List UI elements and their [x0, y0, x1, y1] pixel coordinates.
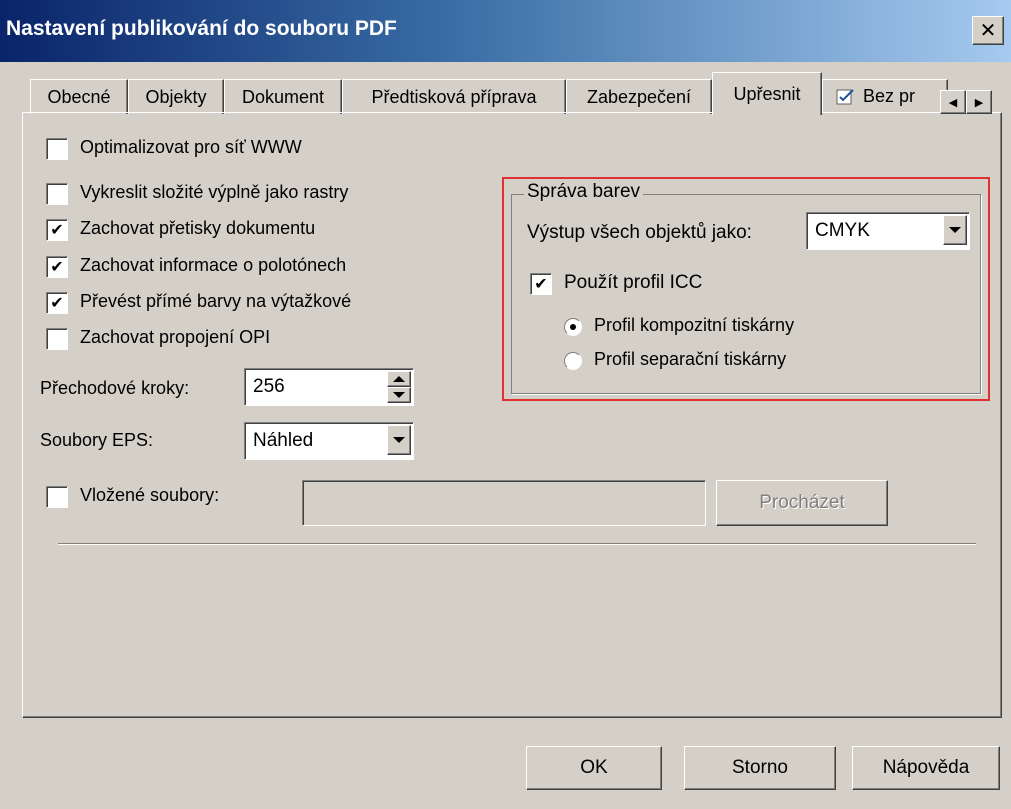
eps-files-select[interactable]: Náhled [244, 422, 414, 460]
eps-files-value: Náhled [253, 430, 314, 451]
separation-printer-label: Profil separační tiskárny [594, 349, 787, 369]
help-label: Nápověda [882, 757, 970, 778]
convert-spot-label: Převést přímé barvy na výtažkové [80, 291, 352, 311]
output-color-value: CMYK [815, 220, 870, 241]
use-icc-label: Použít profil ICC [564, 272, 703, 293]
arrow-down-icon [393, 392, 405, 398]
arrow-up-icon [393, 376, 405, 382]
cancel-button[interactable]: Storno [684, 746, 836, 790]
keep-halftone-label: Zachovat informace o polotónech [80, 255, 347, 275]
arrow-right-icon: ▶ [974, 96, 984, 109]
embedded-files-input[interactable] [302, 480, 706, 526]
keep-overprints-label: Zachovat přetisky dokumentu [80, 218, 316, 238]
stepper-down-button[interactable] [387, 387, 411, 403]
check-mark-icon: ✔ [534, 276, 548, 293]
optimize-web-label: Optimalizovat pro síť WWW [80, 137, 302, 157]
gradient-steps-stepper[interactable]: 256 [244, 368, 414, 406]
convert-spot-checkbox[interactable]: ✔ [46, 292, 68, 314]
keep-opi-checkbox[interactable] [46, 328, 68, 350]
tab-upresnit[interactable]: Upřesnit [712, 72, 822, 115]
tab-objekty[interactable]: Objekty [128, 79, 224, 114]
tab-label: Zabezpečení [586, 86, 692, 107]
use-icc-checkbox[interactable]: ✔ [530, 273, 552, 295]
gradient-steps-value: 256 [253, 376, 285, 397]
radio-selected-dot [570, 324, 576, 330]
gradient-steps-label: Přechodové kroky: [40, 378, 190, 398]
close-icon: ✕ [979, 19, 997, 42]
render-complex-fills-label: Vykreslit složité výplně jako rastry [80, 182, 349, 202]
ok-button[interactable]: OK [526, 746, 662, 790]
close-button[interactable]: ✕ [972, 16, 1004, 45]
tab-label: Předtisková příprava [371, 86, 537, 107]
embedded-files-checkbox[interactable] [46, 486, 68, 508]
composite-printer-label: Profil kompozitní tiskárny [594, 315, 795, 335]
tab-obecne[interactable]: Obecné [30, 79, 128, 114]
tab-scroll-left-button[interactable]: ◀ [940, 90, 966, 114]
eps-dropdown-button[interactable] [387, 425, 411, 455]
tab-label: Dokument [241, 86, 325, 107]
stepper-up-button[interactable] [387, 371, 411, 387]
check-mark-icon: ✔ [50, 222, 64, 239]
output-dropdown-button[interactable] [943, 215, 967, 245]
keep-overprints-checkbox[interactable]: ✔ [46, 219, 68, 241]
keep-halftone-checkbox[interactable]: ✔ [46, 256, 68, 278]
tab-zabezpeceni[interactable]: Zabezpečení [566, 79, 712, 114]
tab-label: Upřesnit [733, 83, 801, 104]
tab-predtiskova-priprava[interactable]: Předtisková příprava [342, 79, 566, 114]
checkmark-document-icon [836, 88, 854, 104]
browse-label: Procházet [759, 492, 845, 513]
composite-printer-radio[interactable] [564, 318, 582, 336]
separator [58, 543, 976, 545]
output-color-select[interactable]: CMYK [806, 212, 970, 250]
embedded-files-label: Vložené soubory: [80, 485, 220, 505]
chevron-down-icon [393, 437, 405, 443]
separation-printer-radio[interactable] [564, 352, 582, 370]
eps-files-label: Soubory EPS: [40, 430, 154, 450]
color-management-title: Správa barev [524, 181, 644, 203]
check-mark-icon: ✔ [50, 295, 64, 312]
tab-scroll-right-button[interactable]: ▶ [966, 90, 992, 114]
cancel-label: Storno [732, 757, 788, 778]
help-button[interactable]: Nápověda [852, 746, 1000, 790]
optimize-web-checkbox[interactable] [46, 138, 68, 160]
ok-label: OK [580, 757, 608, 778]
tab-bez-preflight[interactable]: Bez pr [822, 79, 948, 113]
chevron-down-icon [949, 227, 961, 233]
tab-label: Objekty [145, 86, 207, 107]
window-title: Nastavení publikování do souboru PDF [6, 17, 397, 40]
tab-dokument[interactable]: Dokument [224, 79, 342, 114]
tab-label: Bez pr [863, 86, 916, 106]
tab-label: Obecné [47, 86, 111, 107]
arrow-left-icon: ◀ [948, 96, 958, 109]
check-mark-icon: ✔ [50, 259, 64, 276]
keep-opi-label: Zachovat propojení OPI [80, 327, 271, 347]
render-complex-fills-checkbox[interactable] [46, 183, 68, 205]
output-label: Výstup všech objektů jako: [527, 222, 752, 243]
browse-button[interactable]: Procházet [716, 480, 888, 526]
